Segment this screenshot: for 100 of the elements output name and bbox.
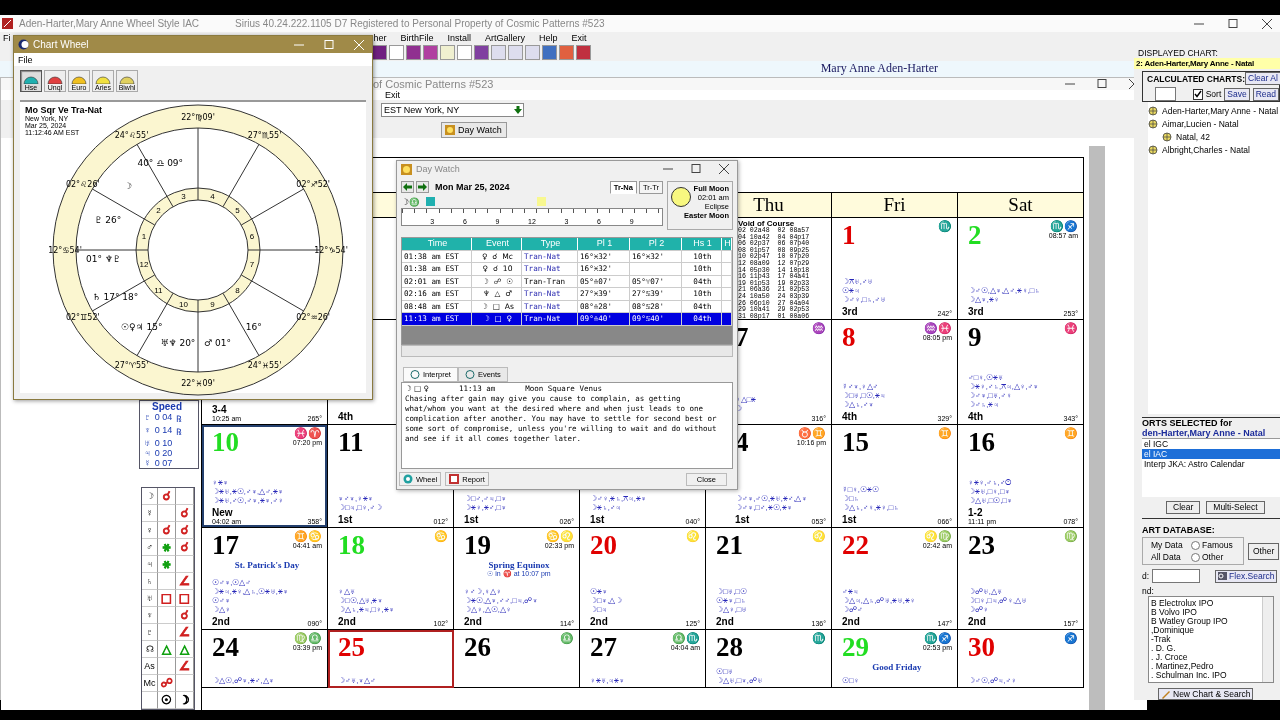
weekday-header: Fri xyxy=(832,193,958,218)
house-number: 3 xyxy=(181,191,186,201)
toolbar-icon[interactable] xyxy=(406,44,421,60)
sort-label: Sort xyxy=(1205,89,1222,99)
aspect-glyph: ☌ xyxy=(180,608,189,622)
cusp-label: 24°♓55' xyxy=(247,361,282,371)
toolbar-icon[interactable] xyxy=(423,44,438,60)
house-number: 1 xyxy=(141,231,147,241)
previous-day-button[interactable] xyxy=(401,181,414,194)
field-label: nd: xyxy=(1142,586,1155,596)
chart-list-item[interactable]: Aimar,Lucien - Natal xyxy=(1162,119,1239,129)
save-button[interactable]: Save xyxy=(1224,87,1250,101)
flex-search-button[interactable]: Flex.Search xyxy=(1215,569,1278,583)
chart-list-item[interactable]: Aden-Harter,Mary Anne - Natal xyxy=(1162,106,1279,116)
menu-item[interactable]: her xyxy=(373,32,387,43)
section-title: CALCULATED CHARTS: xyxy=(1147,73,1246,84)
close-icon[interactable] xyxy=(717,163,731,176)
house-number: 9 xyxy=(210,300,215,310)
radio-button[interactable] xyxy=(1191,540,1200,550)
multi-select-button[interactable]: Multi-Select xyxy=(1206,501,1265,514)
wheel-icon xyxy=(403,474,413,484)
aspect-glyph: ☌ xyxy=(162,489,171,503)
house-number: 4 xyxy=(210,191,215,201)
planet-label: 01° ♆♇ xyxy=(86,254,121,265)
result-item[interactable]: B Electrolux IPO xyxy=(1151,599,1262,608)
menu-item[interactable]: ArtGallery xyxy=(485,32,526,43)
date-label: Mon Mar 25, 2024 xyxy=(435,182,511,193)
day-cell[interactable]: 26 ♎ xyxy=(454,630,580,688)
menu-item[interactable]: Exit xyxy=(385,90,400,100)
day-number: 17 xyxy=(212,530,239,560)
clear-button[interactable]: Clear xyxy=(1166,501,1201,514)
moon-sign: ♊ xyxy=(1064,427,1078,439)
moon-phase: 1st xyxy=(735,514,750,525)
clear-all-button[interactable]: Clear Al xyxy=(1245,72,1280,85)
search-field[interactable] xyxy=(1152,569,1201,583)
maximize-icon[interactable] xyxy=(689,163,703,176)
sort-checkbox[interactable] xyxy=(1192,88,1203,100)
day-watch-button[interactable]: Day Watch xyxy=(441,122,507,138)
cusp-label: 22°♍09' xyxy=(181,113,215,122)
aspect-glyph: □ xyxy=(160,591,173,605)
menu-item[interactable]: Install xyxy=(447,32,472,43)
source-option[interactable]: My Data xyxy=(1151,540,1191,550)
planet-label: ♂ 01° xyxy=(204,338,231,348)
day-number: 23 xyxy=(968,530,995,560)
planet-label: 40° ♎ 09° xyxy=(137,157,184,168)
speed-value: 0 10 xyxy=(154,438,173,448)
moon-sign: ♒ xyxy=(812,322,826,334)
result-item[interactable]: B Watley Group IPO xyxy=(1151,617,1262,626)
toolbar-icon[interactable] xyxy=(576,44,591,60)
new-chart-search-button[interactable]: New Chart & Search xyxy=(1158,688,1254,700)
chart-list-item[interactable]: Natal, 42 xyxy=(1176,132,1211,142)
house-number: 7 xyxy=(249,260,255,270)
menu-item[interactable]: File xyxy=(18,54,33,65)
moon-phase: 1st xyxy=(842,514,857,525)
selected-chart-name: den-Harter,Mary Anne - Natal xyxy=(1142,428,1267,438)
report-item[interactable]: Interp JKA: Astro Calendar xyxy=(1142,459,1280,469)
menu-item[interactable]: Exit xyxy=(571,32,587,43)
toolbar-icon[interactable] xyxy=(474,44,489,60)
menu-item[interactable]: Help xyxy=(539,32,558,43)
moon-phase: 1st xyxy=(590,514,605,525)
moon-phase: 2nd xyxy=(590,616,608,627)
next-day-button[interactable] xyxy=(416,181,429,194)
result-item[interactable]: . D. G. xyxy=(1151,644,1262,653)
moon-phase: 3rd xyxy=(968,306,984,317)
planet-label: ♇ 26° xyxy=(94,214,122,225)
retrograde-mark: ℞ xyxy=(176,413,183,425)
moon-sign: ♏♐ xyxy=(1050,220,1078,232)
result-item[interactable]: B Volvo IPO xyxy=(1151,608,1262,617)
close-icon[interactable] xyxy=(1260,17,1274,30)
chart-list-item[interactable]: Albright,Charles - Natal xyxy=(1162,145,1250,155)
maximize-icon[interactable] xyxy=(1226,17,1240,30)
day-number: 18 xyxy=(338,530,365,560)
moon-phase: 4th xyxy=(842,411,857,422)
column-header: Event xyxy=(472,238,522,250)
result-item[interactable]: -Trak xyxy=(1151,635,1262,644)
result-item[interactable]: . Schulman Inc. IPO xyxy=(1151,671,1262,680)
planet-glyph: As xyxy=(142,658,158,675)
source-option[interactable]: All Data xyxy=(1151,552,1191,562)
location-dropdown[interactable]: EST New York, NY xyxy=(381,103,524,117)
result-item[interactable]: . Martinez,Pedro xyxy=(1151,662,1262,671)
moon-sign: ♐ xyxy=(1064,632,1078,644)
report-item[interactable]: el IAC xyxy=(1142,449,1280,459)
moon-sign: ♎♏ xyxy=(672,632,700,644)
result-item[interactable]: . J. Croce xyxy=(1151,653,1262,662)
menu-item[interactable]: BirthFile xyxy=(400,32,434,43)
sun-icon xyxy=(445,125,455,135)
filter-field[interactable] xyxy=(1155,87,1176,101)
menu-item[interactable]: Fi xyxy=(3,32,11,43)
read-button[interactable]: Read xyxy=(1252,87,1279,101)
planet-glyph: ♅ xyxy=(144,438,151,448)
other-button[interactable]: Other xyxy=(1248,542,1280,560)
radio-button[interactable] xyxy=(1191,552,1200,562)
result-item[interactable]: ,Dominique xyxy=(1151,626,1262,635)
day-number: 11 xyxy=(338,427,364,457)
maximize-icon[interactable] xyxy=(1095,78,1109,90)
window-title: Chart Wheel xyxy=(33,39,90,50)
report-item[interactable]: el IGC xyxy=(1142,439,1280,449)
cusp-label: 02°♊52' xyxy=(65,312,100,322)
retrograde-mark: ℞ xyxy=(176,426,183,438)
half-wheel-icon xyxy=(71,75,87,84)
